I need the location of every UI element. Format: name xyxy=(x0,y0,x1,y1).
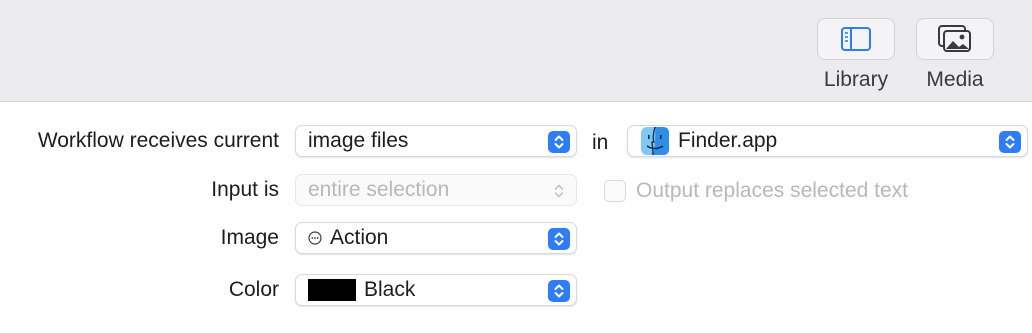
color-label: Color xyxy=(228,278,279,301)
up-down-chevron-icon xyxy=(999,131,1021,153)
up-down-chevron-icon xyxy=(548,180,570,202)
input-is-value: entire selection xyxy=(308,178,450,201)
up-down-chevron-icon xyxy=(548,280,570,302)
ellipsis-circle-icon xyxy=(308,231,322,245)
image-value: Action xyxy=(330,226,389,249)
media-button[interactable]: Media xyxy=(907,0,1003,102)
application-popup[interactable]: Finder.app xyxy=(627,125,1028,157)
up-down-chevron-icon xyxy=(548,228,570,250)
application-value: Finder.app xyxy=(678,129,778,152)
color-popup[interactable]: Black xyxy=(295,274,577,306)
output-replaces-checkbox[interactable] xyxy=(604,180,626,202)
input-is-popup[interactable]: entire selection xyxy=(295,174,577,206)
up-down-chevron-icon xyxy=(548,131,570,153)
color-value: Black xyxy=(364,278,416,301)
image-label: Image xyxy=(220,226,279,249)
output-replaces-option[interactable]: Output replaces selected text xyxy=(604,179,908,203)
workflow-settings-form: Workflow receives current image files in… xyxy=(0,103,1032,333)
media-icon-box[interactable] xyxy=(916,18,994,60)
media-label: Media xyxy=(926,68,984,91)
receives-label: Workflow receives current xyxy=(37,129,279,152)
toolbar: Library Media xyxy=(0,0,1032,102)
image-popup[interactable]: Action xyxy=(295,222,577,254)
sidebar-icon xyxy=(841,27,871,51)
in-label: in xyxy=(592,131,609,154)
library-icon-box[interactable] xyxy=(817,18,895,60)
color-swatch xyxy=(308,279,356,301)
input-is-label: Input is xyxy=(211,178,279,201)
photos-icon xyxy=(938,25,971,52)
receives-type-popup[interactable]: image files xyxy=(295,125,577,157)
library-button[interactable]: Library xyxy=(808,0,904,102)
output-replaces-label: Output replaces selected text xyxy=(636,179,908,202)
finder-icon xyxy=(641,126,669,156)
receives-type-value: image files xyxy=(308,129,409,152)
library-label: Library xyxy=(823,68,889,91)
